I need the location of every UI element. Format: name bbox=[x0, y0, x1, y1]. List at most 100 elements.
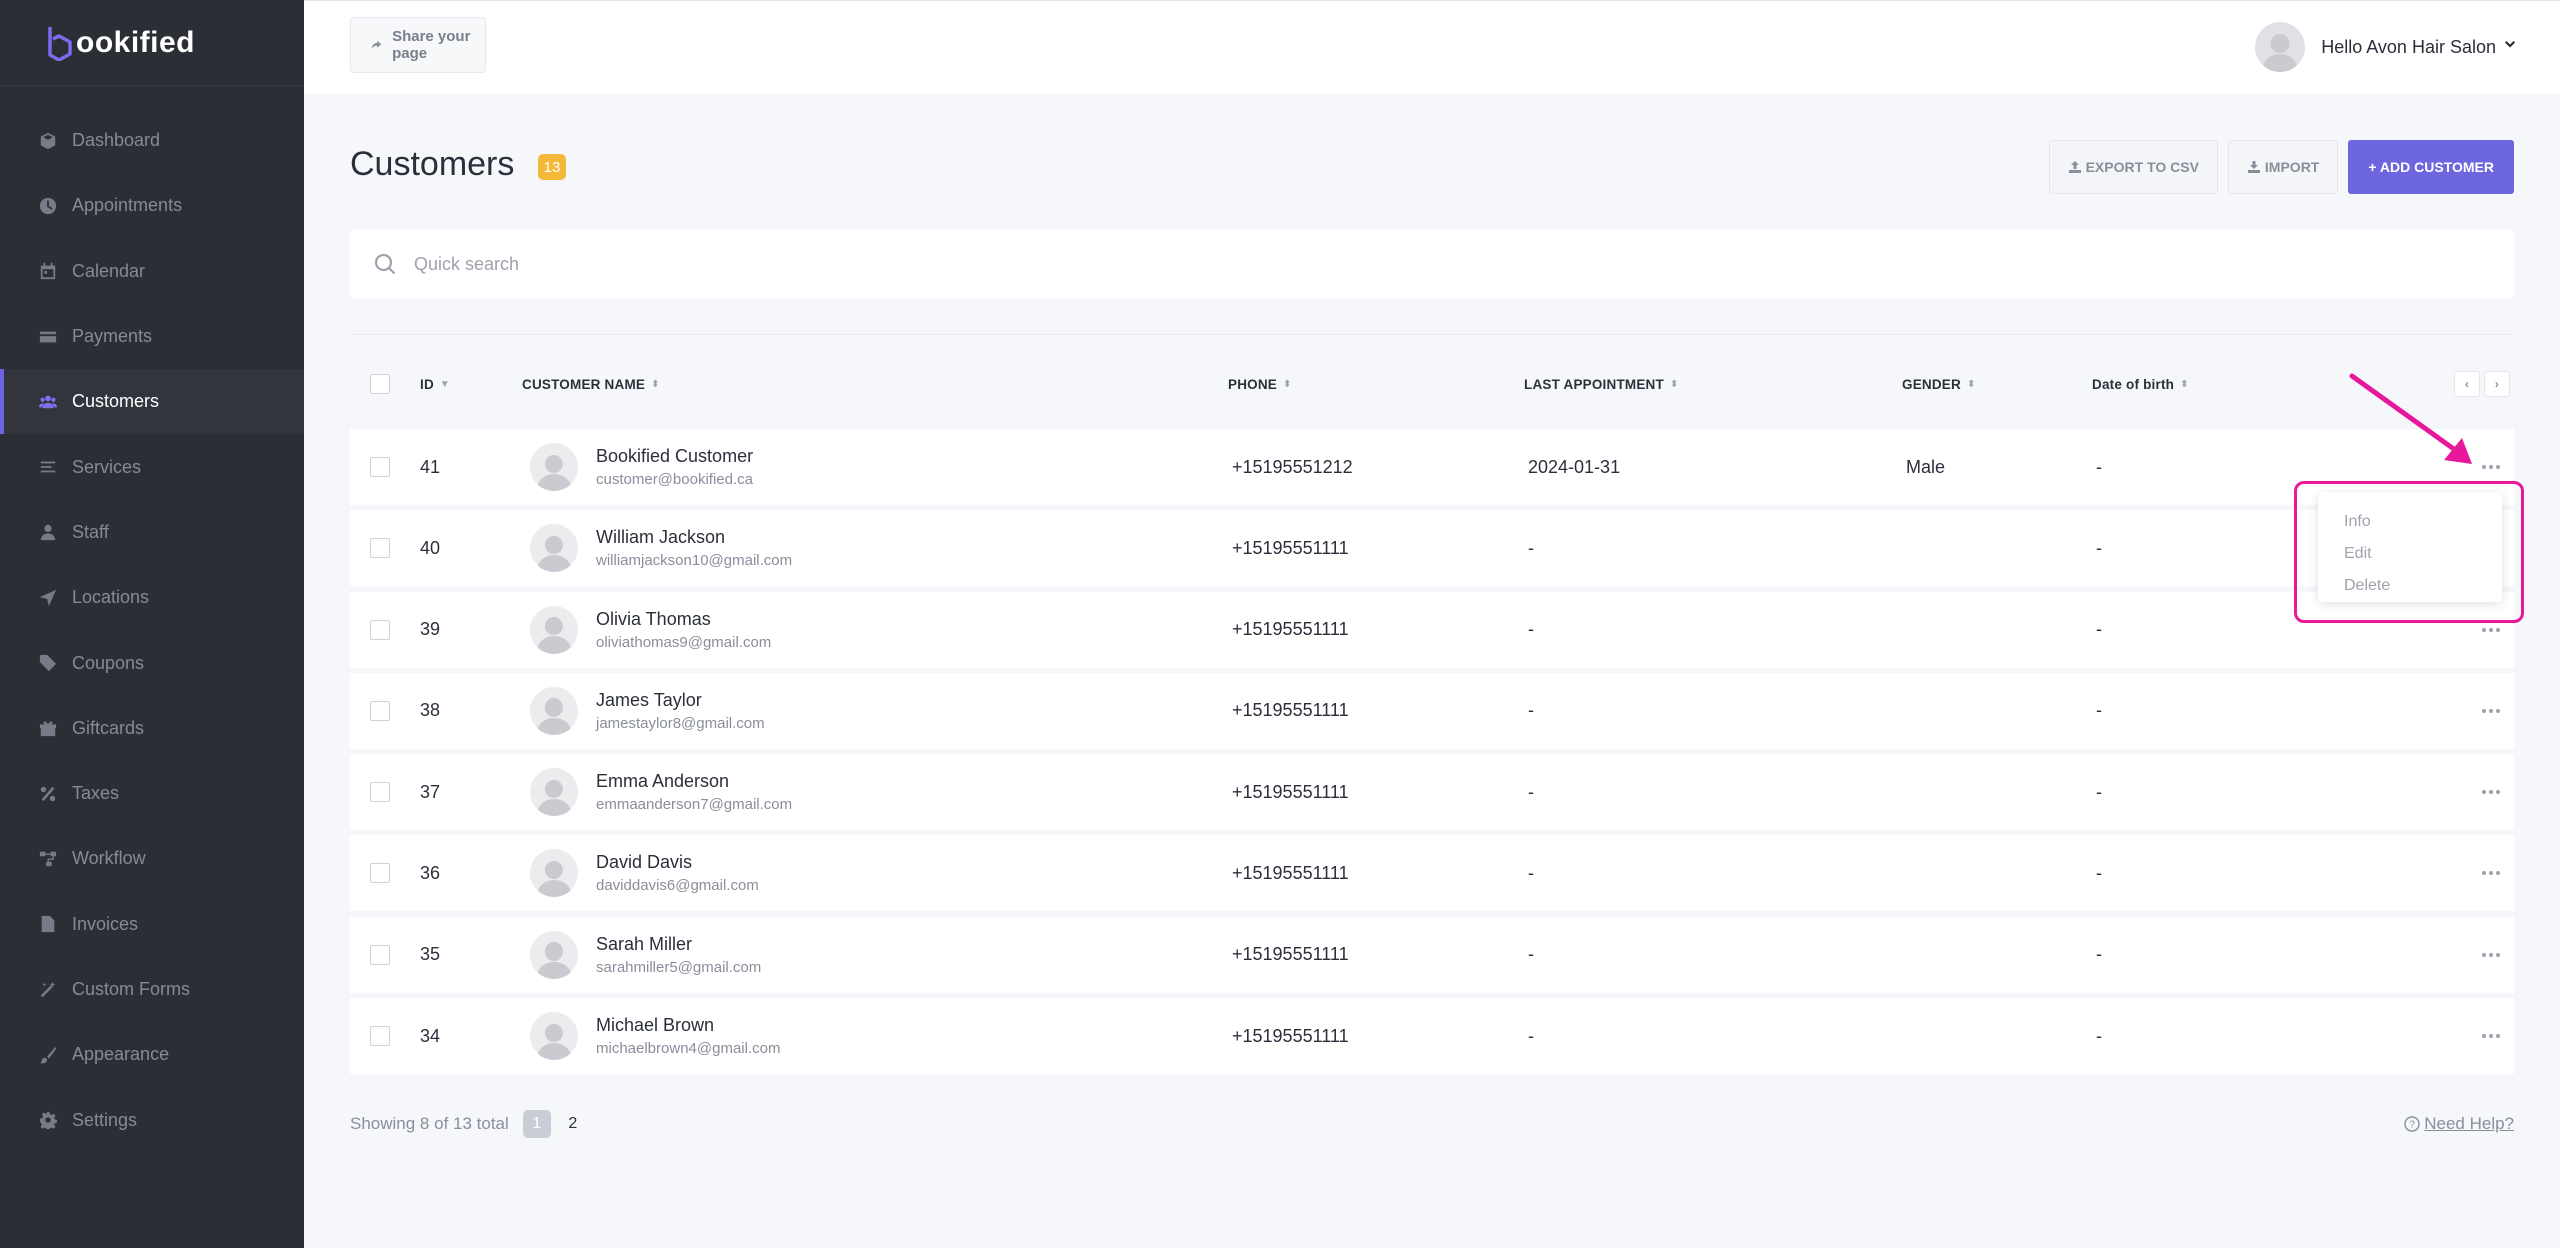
search-icon bbox=[374, 253, 396, 275]
location-arrow-icon bbox=[38, 588, 58, 608]
svg-text:?: ? bbox=[2409, 1120, 2415, 1131]
row-checkbox[interactable] bbox=[370, 944, 390, 965]
customer-count-badge: 13 bbox=[538, 154, 566, 180]
sidebar-item-appointments[interactable]: Appointments bbox=[0, 173, 304, 238]
user-menu[interactable]: Hello Avon Hair Salon bbox=[2255, 22, 2516, 72]
table-row[interactable]: 39 Olivia Thomas oliviathomas9@gmail.com … bbox=[350, 591, 2514, 668]
select-all-checkbox[interactable] bbox=[370, 374, 390, 394]
customer-last-appointment: - bbox=[1528, 619, 1534, 640]
main-content: Customers 13 EXPORT TO CSV IMPORT + ADD … bbox=[350, 94, 2514, 1138]
more-options-icon[interactable] bbox=[2476, 863, 2506, 883]
customer-email: oliviathomas9@gmail.com bbox=[596, 633, 772, 651]
paint-brush-icon bbox=[38, 1045, 58, 1065]
customer-last-appointment: 2024-01-31 bbox=[1528, 456, 1621, 477]
sidebar-item-label: Customers bbox=[72, 391, 160, 412]
customer-email: customer@bookified.ca bbox=[596, 471, 753, 488]
calendar-icon bbox=[38, 261, 58, 281]
customer-dob: - bbox=[2096, 1025, 2102, 1046]
sidebar-item-label: Settings bbox=[72, 1109, 138, 1130]
row-checkbox[interactable] bbox=[370, 863, 390, 884]
bookified-logo-icon bbox=[48, 26, 72, 61]
customer-dob: - bbox=[2096, 944, 2102, 965]
sidebar-item-label: Taxes bbox=[72, 783, 120, 804]
sidebar-item-coupons[interactable]: Coupons bbox=[0, 630, 304, 695]
sidebar-item-invoices[interactable]: Invoices bbox=[0, 892, 304, 957]
export-csv-button[interactable]: EXPORT TO CSV bbox=[2048, 140, 2218, 194]
column-header-gender[interactable]: GENDER ⬍ bbox=[1902, 377, 2092, 392]
more-options-icon[interactable] bbox=[2476, 945, 2506, 965]
avatar bbox=[530, 605, 578, 654]
avatar bbox=[530, 768, 578, 817]
search-bar bbox=[350, 229, 2514, 299]
sidebar-item-calendar[interactable]: Calendar bbox=[0, 239, 304, 304]
download-icon bbox=[2247, 161, 2260, 173]
row-checkbox[interactable] bbox=[370, 619, 390, 640]
customer-name: Michael Brown bbox=[596, 1015, 715, 1036]
avatar bbox=[530, 443, 578, 491]
table-row[interactable]: 36 David Davis daviddavis6@gmail.com +151… bbox=[350, 835, 2514, 912]
table-row[interactable]: 34 Michael Brown michaelbrown4@gmail.com … bbox=[350, 998, 2514, 1075]
file-icon bbox=[38, 914, 58, 934]
column-header-id[interactable]: ID ▼ bbox=[420, 377, 522, 392]
more-options-icon[interactable] bbox=[2476, 782, 2506, 802]
sidebar-item-label: Calendar bbox=[72, 260, 146, 281]
page-title: Customers bbox=[350, 145, 515, 183]
table-row[interactable]: 38 James Taylor jamestaylor8@gmail.com +1… bbox=[350, 672, 2514, 749]
row-checkbox[interactable] bbox=[370, 782, 390, 803]
customer-dob: - bbox=[2096, 862, 2102, 883]
customer-name: William Jackson bbox=[596, 527, 726, 548]
customer-name: Olivia Thomas bbox=[596, 608, 711, 629]
table-row[interactable]: 41 Bookified Customer customer@bookified.… bbox=[350, 429, 2514, 505]
percent-icon bbox=[38, 784, 58, 804]
row-checkbox[interactable] bbox=[370, 457, 390, 477]
import-button[interactable]: IMPORT bbox=[2227, 140, 2339, 194]
avatar bbox=[2255, 22, 2306, 72]
column-header-last-appointment[interactable]: LAST APPOINTMENT ⬍ bbox=[1524, 377, 1902, 392]
sidebar-item-customers[interactable]: Customers bbox=[0, 369, 304, 435]
sidebar-item-label: Giftcards bbox=[72, 717, 145, 738]
logo[interactable]: ookified bbox=[0, 0, 304, 86]
sidebar-item-settings[interactable]: Settings bbox=[0, 1087, 304, 1152]
sidebar-item-appearance[interactable]: Appearance bbox=[0, 1022, 304, 1087]
sidebar-item-custom-forms[interactable]: Custom Forms bbox=[0, 957, 304, 1022]
more-options-icon[interactable] bbox=[2476, 1026, 2506, 1046]
page-button-next[interactable]: 2 bbox=[559, 1110, 587, 1138]
sidebar-item-label: Invoices bbox=[72, 913, 139, 934]
pagination: 1 2 bbox=[522, 1110, 587, 1138]
row-checkbox[interactable] bbox=[370, 1026, 390, 1047]
sidebar-item-payments[interactable]: Payments bbox=[0, 304, 304, 369]
row-checkbox[interactable] bbox=[370, 700, 390, 721]
customer-last-appointment: - bbox=[1528, 700, 1534, 721]
column-header-phone[interactable]: PHONE ⬍ bbox=[1228, 377, 1524, 392]
table-row[interactable]: 35 Sarah Miller sarahmiller5@gmail.com +1… bbox=[350, 916, 2514, 993]
sidebar-nav: Dashboard Appointments Calendar Payments… bbox=[0, 86, 304, 1153]
page-button-current[interactable]: 1 bbox=[522, 1110, 551, 1138]
sidebar-item-workflow[interactable]: Workflow bbox=[0, 826, 304, 891]
annotation-arrow-icon bbox=[2349, 373, 2472, 464]
clock-icon bbox=[38, 196, 58, 216]
row-checkbox[interactable] bbox=[370, 538, 390, 559]
sidebar-item-staff[interactable]: Staff bbox=[0, 500, 304, 565]
table-row[interactable]: 40 William Jackson williamjackson10@gmail… bbox=[350, 510, 2514, 587]
more-options-icon[interactable] bbox=[2476, 701, 2506, 721]
add-customer-label: + ADD CUSTOMER bbox=[2368, 159, 2494, 175]
sidebar-item-giftcards[interactable]: Giftcards bbox=[0, 696, 304, 761]
customer-last-appointment: - bbox=[1528, 537, 1534, 558]
customer-id: 38 bbox=[420, 700, 441, 721]
search-input[interactable] bbox=[414, 253, 2214, 275]
table-row[interactable]: 37 Emma Anderson emmaanderson7@gmail.com … bbox=[350, 754, 2514, 831]
sidebar-item-dashboard[interactable]: Dashboard bbox=[0, 108, 304, 173]
customer-gender: Male bbox=[1906, 456, 1946, 477]
cube-icon bbox=[38, 131, 58, 151]
customer-email: williamjackson10@gmail.com bbox=[596, 552, 793, 570]
column-header-customer-name[interactable]: CUSTOMER NAME ⬍ bbox=[522, 377, 1228, 392]
add-customer-button[interactable]: + ADD CUSTOMER bbox=[2348, 140, 2514, 194]
sidebar-item-services[interactable]: Services bbox=[0, 434, 304, 499]
customer-email: jamestaylor8@gmail.com bbox=[596, 714, 765, 732]
sidebar-item-locations[interactable]: Locations bbox=[0, 565, 304, 630]
need-help-link[interactable]: ? Need Help? bbox=[2404, 1114, 2514, 1134]
share-page-button[interactable]: Share your page bbox=[350, 17, 486, 73]
customer-table-body: 41 Bookified Customer customer@bookified.… bbox=[350, 429, 2514, 1079]
need-help-label: Need Help? bbox=[2424, 1114, 2514, 1133]
sidebar-item-taxes[interactable]: Taxes bbox=[0, 761, 304, 826]
